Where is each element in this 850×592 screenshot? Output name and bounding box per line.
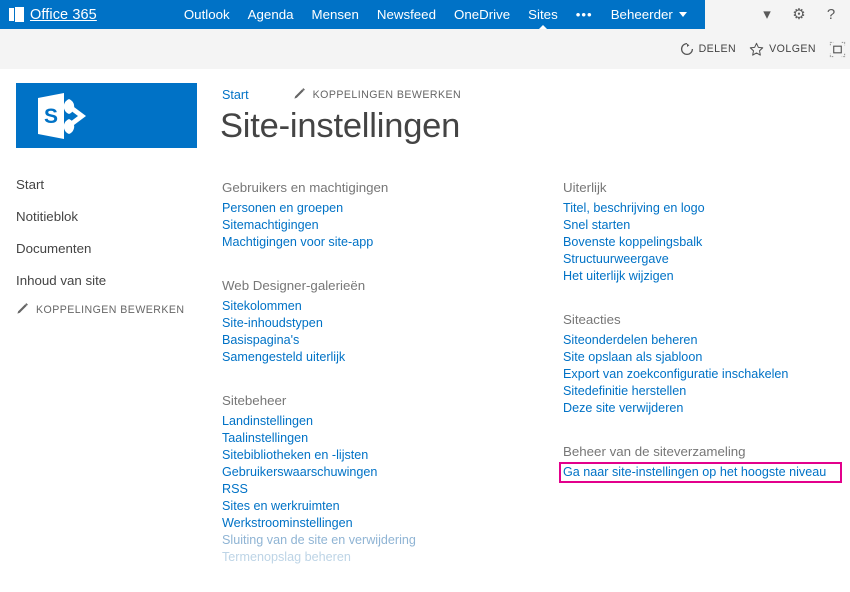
group-heading: Web Designer-galerieën — [222, 278, 366, 293]
office365-brand[interactable]: Office 365 — [0, 7, 97, 23]
breadcrumb-edit-links-label: KOPPELINGEN BEWERKEN — [312, 89, 462, 101]
link-samengesteld-uiterlijk[interactable]: Samengesteld uiterlijk — [222, 349, 552, 366]
link-sites-en-werkruimten[interactable]: Sites en werkruimten — [222, 498, 552, 515]
settings-group-web-designer-galerieen: Web Designer-galerieën Sitekolommen Site… — [222, 277, 552, 366]
page-action-strip: DELEN VOLGEN — [0, 29, 850, 69]
breadcrumb: Start KOPPELINGEN BEWERKEN — [222, 87, 461, 103]
settings-column-right: Uiterlijk Titel, beschrijving en logo Sn… — [559, 179, 850, 507]
suite-nav-onedrive[interactable]: OneDrive — [445, 0, 519, 29]
suite-header-right-tools: ▾ ⚙ ? — [705, 0, 850, 29]
suite-nav: Outlook Agenda Mensen Newsfeed OneDrive … — [175, 0, 696, 29]
suite-nav-agenda[interactable]: Agenda — [239, 0, 303, 29]
page-title: Site-instellingen — [220, 107, 461, 145]
gear-icon[interactable]: ⚙ — [790, 6, 808, 24]
link-sitemachtigingen[interactable]: Sitemachtigingen — [222, 217, 552, 234]
link-taalinstellingen[interactable]: Taalinstellingen — [222, 430, 552, 447]
suite-nav-sites[interactable]: Sites — [519, 0, 567, 29]
settings-group-beheer-van-de-siteverzameling: Beheer van de siteverzameling Ga naar si… — [559, 443, 850, 483]
link-site-opslaan-als-sjabloon[interactable]: Site opslaan als sjabloon — [563, 349, 850, 366]
suite-header-bar: Office 365 Outlook Agenda Mensen Newsfee… — [0, 0, 705, 29]
link-machtigingen-voor-site-app[interactable]: Machtigingen voor site-app — [222, 234, 552, 251]
group-heading: Gebruikers en machtigingen — [222, 180, 389, 195]
sidebar-item-documenten[interactable]: Documenten — [16, 241, 206, 256]
link-bovenste-koppelingsbalk[interactable]: Bovenste koppelingsbalk — [563, 234, 850, 251]
follow-button[interactable]: VOLGEN — [749, 42, 816, 57]
link-termenopslag-beheren[interactable]: Termenopslag beheren — [222, 549, 552, 566]
sidebar-edit-links-label: KOPPELINGEN BEWERKEN — [36, 304, 185, 316]
link-ga-naar-site-instellingen-op-het-hoogste-niveau[interactable]: Ga naar site-instellingen op het hoogste… — [563, 464, 850, 481]
sidebar-item-start[interactable]: Start — [16, 177, 206, 192]
link-snel-starten[interactable]: Snel starten — [563, 217, 850, 234]
suite-nav-mensen[interactable]: Mensen — [303, 0, 368, 29]
breadcrumb-edit-links-button[interactable]: KOPPELINGEN BEWERKEN — [293, 87, 462, 103]
quick-launch-nav: Start Notitieblok Documenten Inhoud van … — [16, 177, 206, 305]
chevron-down-icon — [678, 12, 687, 17]
pencil-icon — [16, 302, 29, 318]
suite-nav-newsfeed[interactable]: Newsfeed — [368, 0, 445, 29]
link-siteonderdelen-beheren[interactable]: Siteonderdelen beheren — [563, 332, 850, 349]
link-site-inhoudstypen[interactable]: Site-inhoudstypen — [222, 315, 552, 332]
office-waffle-icon — [9, 7, 24, 22]
svg-text:S: S — [44, 105, 58, 128]
settings-group-uiterlijk: Uiterlijk Titel, beschrijving en logo Sn… — [563, 179, 850, 285]
share-label: DELEN — [698, 43, 737, 55]
site-logo-tile[interactable]: S — [16, 83, 197, 148]
sidebar-item-notitieblok[interactable]: Notitieblok — [16, 209, 206, 224]
sharepoint-logo-icon: S — [38, 93, 86, 139]
link-basispaginas[interactable]: Basispagina's — [222, 332, 552, 349]
link-rss[interactable]: RSS — [222, 481, 552, 498]
sidebar-edit-links-button[interactable]: KOPPELINGEN BEWERKEN — [16, 302, 185, 318]
group-heading: Uiterlijk — [563, 180, 607, 195]
link-landinstellingen[interactable]: Landinstellingen — [222, 413, 552, 430]
link-structuurweergave[interactable]: Structuurweergave — [563, 251, 850, 268]
link-titel-beschrijving-en-logo[interactable]: Titel, beschrijving en logo — [563, 200, 850, 217]
group-heading: Beheer van de siteverzameling — [563, 444, 746, 459]
link-personen-en-groepen[interactable]: Personen en groepen — [222, 200, 552, 217]
settings-column-left: Gebruikers en machtigingen Personen en g… — [222, 179, 552, 592]
group-heading: Siteacties — [563, 312, 621, 327]
page-body: S Start Notitieblok Documenten Inhoud va… — [0, 69, 850, 580]
follow-label: VOLGEN — [769, 43, 816, 55]
link-export-van-zoekconfiguratie-inschakelen[interactable]: Export van zoekconfiguratie inschakelen — [563, 366, 850, 383]
share-button[interactable]: DELEN — [680, 42, 737, 56]
link-sitebibliotheken-en-lijsten[interactable]: Sitebibliotheken en -lijsten — [222, 447, 552, 464]
link-sitedefinitie-herstellen[interactable]: Sitedefinitie herstellen — [563, 383, 850, 400]
group-heading: Sitebeheer — [222, 393, 287, 408]
user-menu[interactable]: Beheerder — [602, 0, 696, 29]
share-icon — [680, 42, 694, 56]
star-icon — [749, 42, 764, 57]
focus-on-content-button[interactable] — [829, 41, 846, 58]
link-gebruikerswaarschuwingen[interactable]: Gebruikerswaarschuwingen — [222, 464, 552, 481]
office365-brand-label: Office 365 — [30, 6, 97, 23]
settings-group-siteacties: Siteacties Siteonderdelen beheren Site o… — [563, 311, 850, 417]
pencil-icon — [293, 87, 306, 103]
settings-group-sitebeheer: Sitebeheer Landinstellingen Taalinstelli… — [222, 392, 552, 566]
chevron-down-icon[interactable]: ▾ — [758, 6, 776, 24]
link-deze-site-verwijderen[interactable]: Deze site verwijderen — [563, 400, 850, 417]
link-het-uiterlijk-wijzigen[interactable]: Het uiterlijk wijzigen — [563, 268, 850, 285]
sidebar-item-inhoud-van-site[interactable]: Inhoud van site — [16, 273, 206, 288]
left-navigation-rail: S Start Notitieblok Documenten Inhoud va… — [0, 69, 215, 580]
user-menu-label: Beheerder — [610, 7, 673, 22]
help-icon[interactable]: ? — [822, 6, 840, 24]
suite-nav-overflow-icon[interactable]: ••• — [567, 0, 602, 29]
suite-nav-outlook[interactable]: Outlook — [175, 0, 239, 29]
breadcrumb-home-link[interactable]: Start — [222, 88, 249, 102]
link-sluiting-van-de-site-en-verwijdering[interactable]: Sluiting van de site en verwijdering — [222, 532, 552, 549]
link-sitekolommen[interactable]: Sitekolommen — [222, 298, 552, 315]
settings-group-gebruikers-en-machtigingen: Gebruikers en machtigingen Personen en g… — [222, 179, 552, 251]
link-werkstroominstellingen[interactable]: Werkstroominstellingen — [222, 515, 552, 532]
focus-on-content-icon — [829, 41, 846, 58]
